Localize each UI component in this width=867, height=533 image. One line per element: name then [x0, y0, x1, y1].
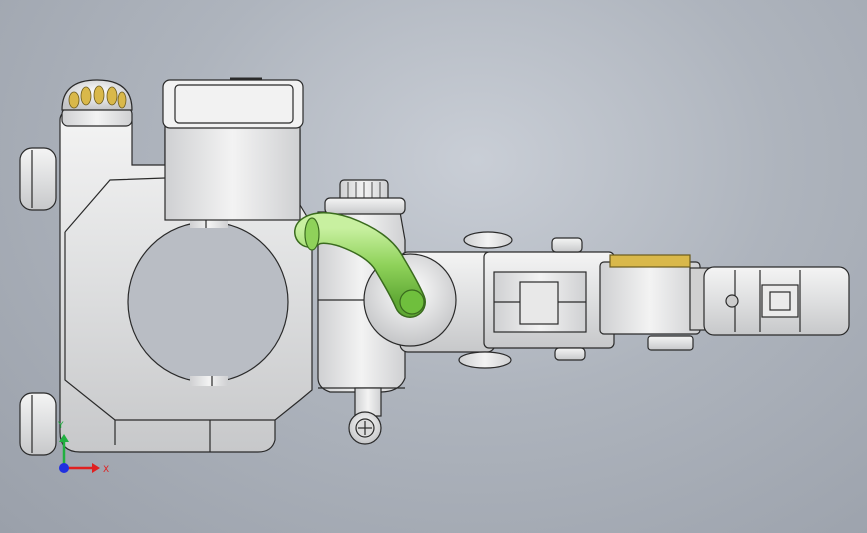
left-top-boss [19, 147, 57, 211]
brake-master-cylinder-model[interactable]: X Y [0, 0, 867, 533]
lower-lug [348, 387, 382, 445]
reservoir-cap [162, 79, 304, 129]
y-axis-label: Y [57, 421, 64, 431]
lever-tip [703, 266, 850, 336]
banjo-bolt [324, 179, 406, 215]
z-axis-dot [59, 463, 69, 473]
brake-lever [483, 237, 713, 361]
cad-viewport[interactable]: X Y [0, 0, 867, 533]
x-axis-label: X [103, 465, 109, 475]
handlebar-bore [127, 221, 289, 383]
adjuster-dome [61, 79, 133, 127]
left-bottom-boss [19, 392, 57, 456]
